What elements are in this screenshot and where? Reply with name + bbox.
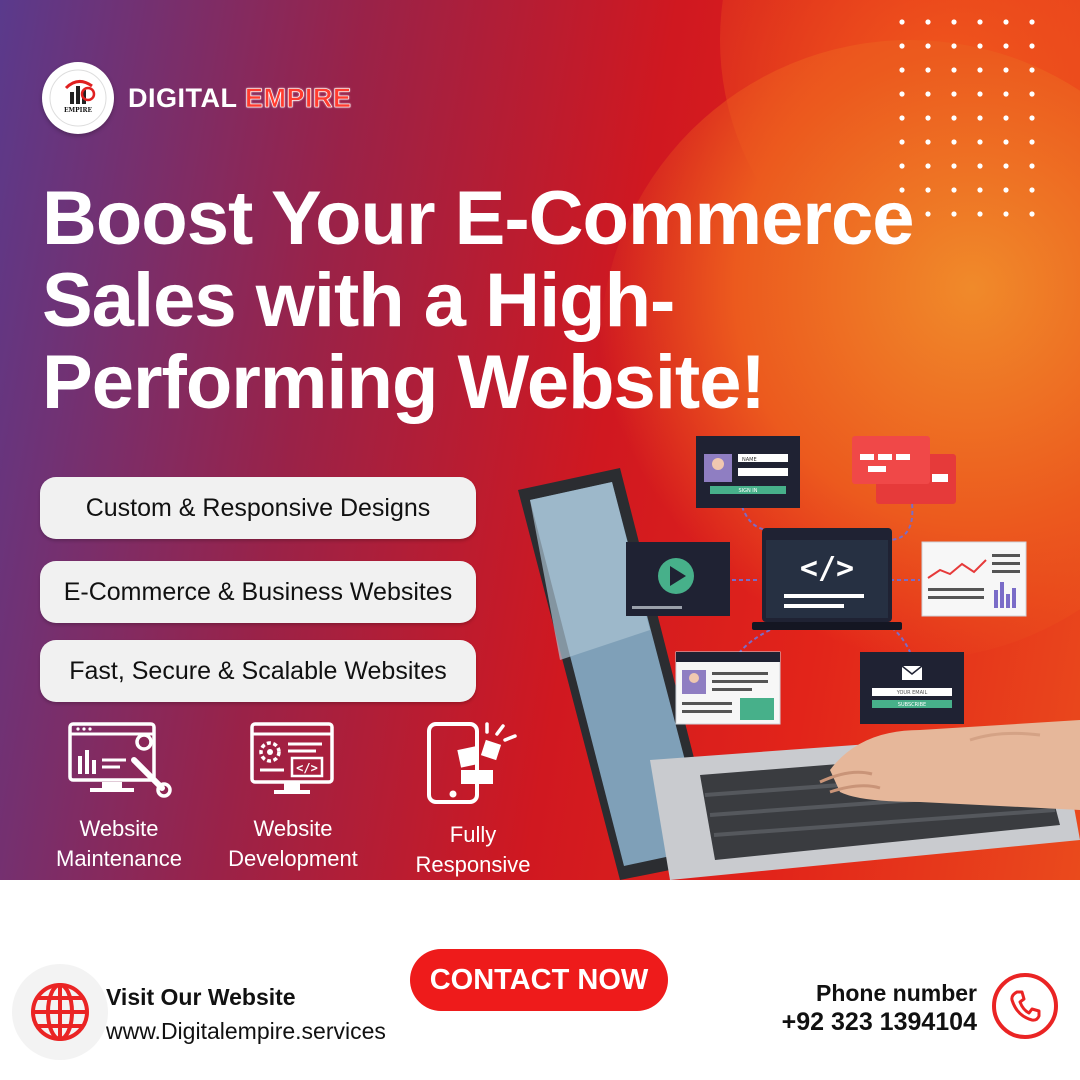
feature-website-development: </> Website Development bbox=[208, 720, 378, 874]
decoration-dot bbox=[951, 139, 957, 145]
decoration-dot bbox=[977, 19, 983, 25]
brand-logo[interactable]: EMPIRE DIGITAL EMPIRE bbox=[42, 62, 352, 134]
login-name-field: NAME bbox=[742, 457, 757, 463]
service-pill-custom-designs: Custom & Responsive Designs bbox=[40, 477, 476, 539]
email-field: YOUR EMAIL bbox=[896, 690, 928, 696]
decoration-dot bbox=[1003, 67, 1009, 73]
phone-icon[interactable] bbox=[992, 973, 1058, 1039]
feature-label: Website Development bbox=[228, 816, 358, 871]
decoration-dot bbox=[925, 91, 931, 97]
profile-window bbox=[675, 651, 781, 725]
headline: Boost Your E-Commerce Sales with a High-… bbox=[42, 176, 914, 425]
service-pill-fast-secure: Fast, Secure & Scalable Websites bbox=[40, 640, 476, 702]
decoration-dot bbox=[951, 19, 957, 25]
decoration-dot bbox=[1029, 43, 1035, 49]
feature-label: Website Maintenance bbox=[56, 816, 182, 871]
brand-name-primary: DIGITAL bbox=[128, 82, 237, 113]
visit-website-title: Visit Our Website bbox=[106, 984, 296, 1010]
phone-number-link[interactable]: +92 323 1394104 bbox=[782, 1008, 977, 1037]
decoration-dot bbox=[977, 43, 983, 49]
decoration-dot bbox=[977, 163, 983, 169]
phone-number-title: Phone number bbox=[815, 980, 977, 1006]
decoration-dot bbox=[977, 139, 983, 145]
decoration-dot bbox=[899, 139, 905, 145]
decoration-dot bbox=[951, 115, 957, 121]
decoration-dot bbox=[977, 91, 983, 97]
decoration-dot bbox=[1029, 163, 1035, 169]
service-pill-label: Fast, Secure & Scalable Websites bbox=[69, 656, 447, 685]
decoration-dot bbox=[1003, 19, 1009, 25]
service-pill-ecommerce: E-Commerce & Business Websites bbox=[40, 561, 476, 623]
contact-now-button[interactable]: CONTACT NOW bbox=[410, 949, 668, 1011]
decoration-dot bbox=[1029, 91, 1035, 97]
hero-banner: EMPIRE DIGITAL EMPIRE Boost Your E-Comme… bbox=[0, 0, 1080, 880]
decoration-dot bbox=[1003, 115, 1009, 121]
logo-wordmark: EMPIRE bbox=[64, 107, 93, 114]
decoration-dot bbox=[1029, 19, 1035, 25]
decoration-dot bbox=[1003, 91, 1009, 97]
decoration-dot bbox=[1029, 67, 1035, 73]
code-symbol: </> bbox=[800, 551, 854, 586]
email-subscribe-button: SUBSCRIBE bbox=[898, 702, 926, 708]
decoration-dot bbox=[899, 115, 905, 121]
payment-cards bbox=[852, 436, 956, 504]
decoration-dot bbox=[899, 19, 905, 25]
decoration-dot bbox=[925, 139, 931, 145]
chart-window bbox=[921, 541, 1027, 617]
decoration-dot bbox=[951, 91, 957, 97]
monitor-code-icon: </> bbox=[250, 722, 334, 794]
decoration-dot bbox=[925, 163, 931, 169]
decoration-dot bbox=[977, 115, 983, 121]
brand-name: DIGITAL EMPIRE bbox=[128, 82, 352, 114]
svg-text:</>: </> bbox=[296, 761, 318, 775]
service-pill-label: E-Commerce & Business Websites bbox=[63, 577, 453, 606]
decoration-dot bbox=[1029, 115, 1035, 121]
footer: Visit Our Website www.Digitalempire.serv… bbox=[0, 880, 1080, 1080]
decoration-dot bbox=[925, 67, 931, 73]
monitor-wrench-icon bbox=[68, 722, 172, 798]
code-monitor: </> bbox=[752, 528, 902, 630]
decoration-dot bbox=[1003, 43, 1009, 49]
laptop-illustration: </> NAME SIGN IN YOUR EMAIL SUBSCRIBE bbox=[518, 436, 1080, 880]
decoration-dot bbox=[951, 163, 957, 169]
decoration-dot bbox=[951, 43, 957, 49]
decoration-dot bbox=[925, 19, 931, 25]
decoration-dot bbox=[1003, 139, 1009, 145]
decoration-dot bbox=[899, 67, 905, 73]
login-button: SIGN IN bbox=[738, 488, 757, 494]
typing-hands bbox=[819, 720, 1080, 810]
decoration-dot bbox=[899, 43, 905, 49]
decoration-dot bbox=[899, 163, 905, 169]
brand-name-accent: EMPIRE bbox=[245, 82, 352, 113]
logo-badge-icon: EMPIRE bbox=[42, 62, 114, 134]
website-url-link[interactable]: www.Digitalempire.services bbox=[106, 1018, 386, 1045]
decoration-dot bbox=[925, 115, 931, 121]
login-window: NAME SIGN IN bbox=[696, 436, 800, 508]
decoration-dot bbox=[925, 43, 931, 49]
decoration-dot bbox=[1003, 163, 1009, 169]
poster: EMPIRE DIGITAL EMPIRE Boost Your E-Comme… bbox=[0, 0, 1080, 1080]
video-window bbox=[626, 542, 730, 616]
decoration-dot bbox=[1029, 139, 1035, 145]
feature-website-maintenance: Website Maintenance bbox=[34, 720, 204, 874]
globe-icon bbox=[12, 964, 108, 1060]
decoration-dot bbox=[977, 67, 983, 73]
service-pill-label: Custom & Responsive Designs bbox=[85, 493, 431, 522]
decoration-dot bbox=[951, 67, 957, 73]
decoration-dot bbox=[899, 91, 905, 97]
email-window: YOUR EMAIL SUBSCRIBE bbox=[860, 652, 964, 724]
